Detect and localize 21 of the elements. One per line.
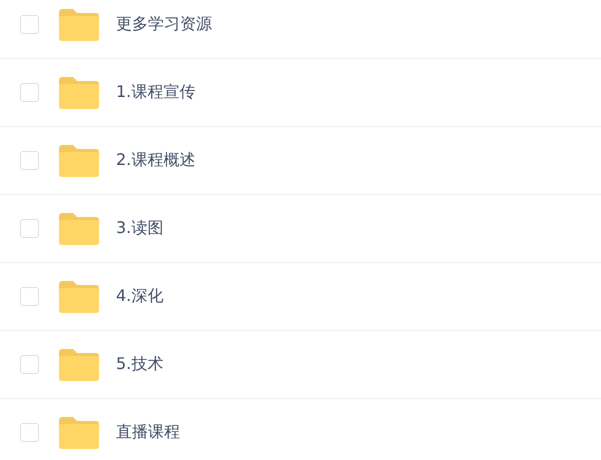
folder-name[interactable]: 5.技术: [116, 354, 164, 375]
folder-name[interactable]: 3.读图: [116, 218, 164, 239]
checkbox[interactable]: [20, 219, 39, 238]
folder-icon: [59, 8, 99, 40]
checkbox[interactable]: [20, 355, 39, 374]
folder-name[interactable]: 4.深化: [116, 286, 164, 307]
folder-name[interactable]: 更多学习资源: [116, 14, 212, 35]
folder-icon: [59, 416, 99, 448]
folder-icon: [59, 348, 99, 380]
checkbox[interactable]: [20, 423, 39, 442]
folder-icon: [59, 280, 99, 312]
folder-icon: [59, 76, 99, 108]
checkbox[interactable]: [20, 83, 39, 102]
folder-icon: [59, 212, 99, 244]
folder-name[interactable]: 直播课程: [116, 422, 180, 443]
checkbox[interactable]: [20, 287, 39, 306]
checkbox[interactable]: [20, 151, 39, 170]
folder-icon: [59, 144, 99, 176]
checkbox[interactable]: [20, 15, 39, 34]
folder-name[interactable]: 1.课程宣传: [116, 82, 196, 103]
folder-name[interactable]: 2.课程概述: [116, 150, 196, 171]
